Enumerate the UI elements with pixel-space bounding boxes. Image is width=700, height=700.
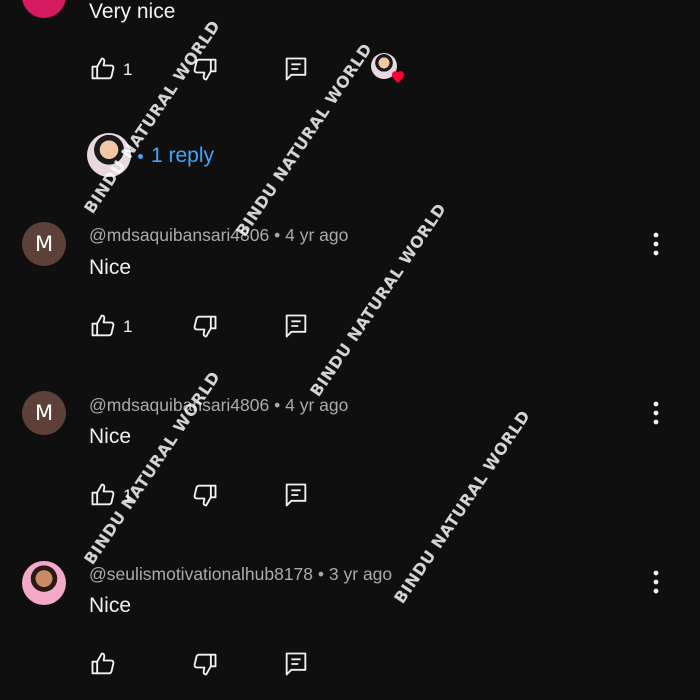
timestamp: 4 yr ago <box>285 395 349 415</box>
reply-icon[interactable] <box>282 650 310 678</box>
avatar-initial: M <box>34 232 54 256</box>
reply-icon[interactable] <box>282 55 310 83</box>
like-icon[interactable] <box>89 312 117 340</box>
view-replies-link[interactable]: 1 reply <box>138 144 214 168</box>
separator: • <box>274 225 281 245</box>
author-name[interactable]: @mdsaquibansari4806 <box>89 395 269 415</box>
dot-icon <box>138 153 143 159</box>
replies-label[interactable]: 1 reply <box>151 144 214 168</box>
dislike-icon[interactable] <box>191 312 219 340</box>
like-icon[interactable] <box>89 55 117 83</box>
avatar[interactable]: M <box>22 222 66 266</box>
reply-avatar <box>87 133 131 177</box>
more-vert-icon[interactable] <box>644 398 668 428</box>
separator: • <box>274 395 281 415</box>
reply-icon[interactable] <box>282 481 310 509</box>
timestamp: 3 yr ago <box>328 564 393 584</box>
comment-text: Very nice <box>89 0 176 23</box>
dislike-icon[interactable] <box>191 55 219 83</box>
dislike-icon[interactable] <box>191 650 219 678</box>
timestamp: 4 yr ago <box>285 225 349 245</box>
author-name[interactable]: @seulismotivationalhub8178 <box>89 564 313 584</box>
comment-meta: @seulismotivationalhub8178 • 3 yr ago <box>89 564 392 585</box>
avatar[interactable] <box>22 0 66 18</box>
creator-heart <box>371 53 405 87</box>
avatar-initial: M <box>34 401 54 425</box>
like-icon[interactable] <box>89 481 117 509</box>
avatar[interactable]: M <box>22 391 66 435</box>
comment-meta: @mdsaquibansari4806 • 4 yr ago <box>89 395 348 416</box>
reply-icon[interactable] <box>282 312 310 340</box>
like-count: 1 <box>123 486 133 505</box>
dislike-icon[interactable] <box>191 481 219 509</box>
comment-meta: @mdsaquibansari4806 • 4 yr ago <box>89 225 348 246</box>
like-count: 1 <box>123 317 133 336</box>
more-vert-icon[interactable] <box>644 229 668 259</box>
like-icon[interactable] <box>89 650 117 678</box>
avatar[interactable] <box>22 561 66 605</box>
more-vert-icon[interactable] <box>644 567 668 597</box>
watermark: BINDU NATURAL WORLD <box>80 16 224 217</box>
comment-text: Nice <box>89 256 132 279</box>
separator: • <box>317 564 325 584</box>
like-count: 1 <box>123 60 133 79</box>
author-name[interactable]: @mdsaquibansari4806 <box>89 225 269 245</box>
heart-icon <box>392 71 404 83</box>
comment-text: Nice <box>89 425 132 448</box>
comment-text: Nice <box>89 594 132 617</box>
watermark: BINDU NATURAL WORLD <box>390 406 534 607</box>
